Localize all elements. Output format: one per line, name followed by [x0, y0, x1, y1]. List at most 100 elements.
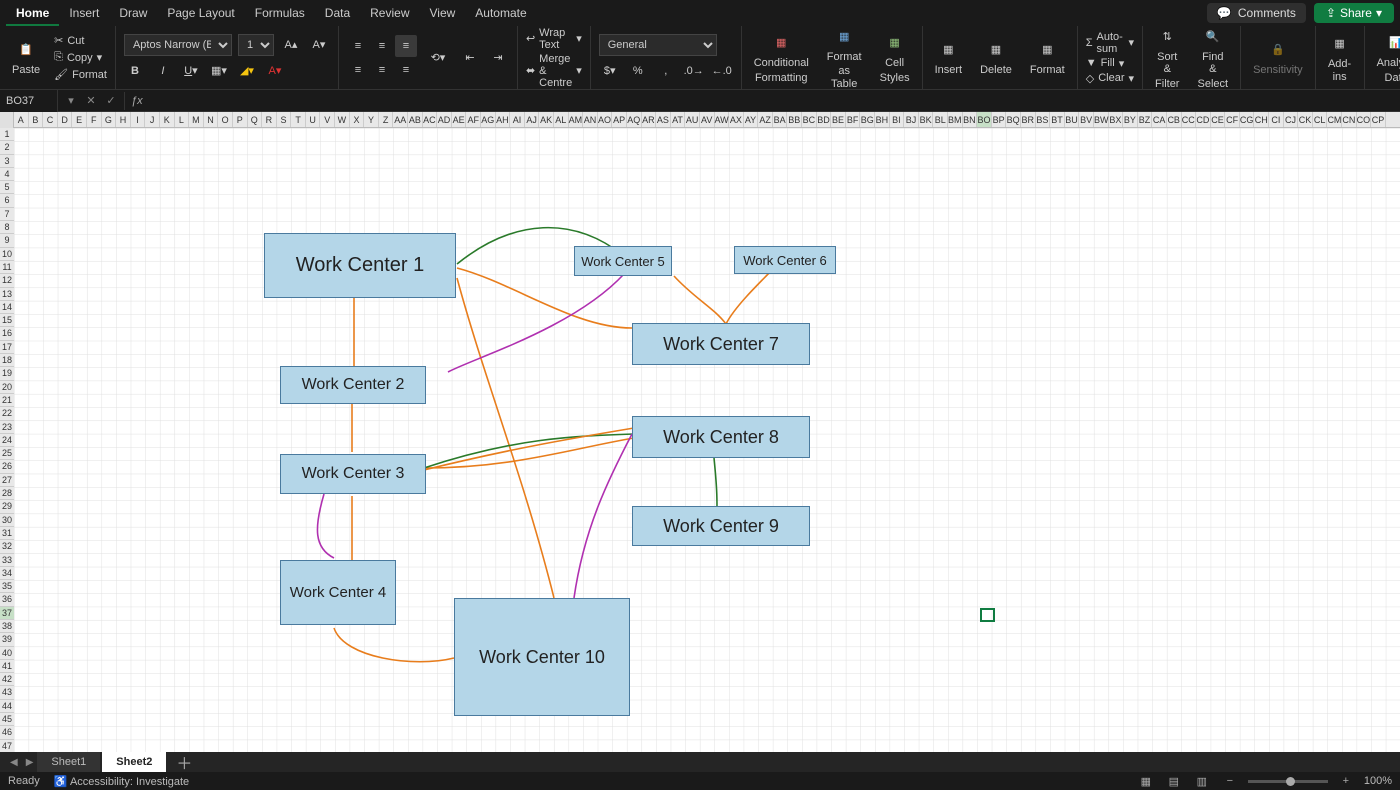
- column-header[interactable]: AE: [452, 112, 467, 127]
- column-header[interactable]: BX: [1109, 112, 1124, 127]
- row-header[interactable]: 28: [0, 487, 14, 500]
- row-header[interactable]: 32: [0, 540, 14, 553]
- column-header[interactable]: AV: [700, 112, 715, 127]
- cancel-formula-button[interactable]: ✕: [82, 92, 100, 110]
- row-header[interactable]: 15: [0, 314, 14, 327]
- row-header[interactable]: 19: [0, 367, 14, 380]
- align-center-button[interactable]: ≡: [371, 59, 393, 81]
- column-header[interactable]: CD: [1196, 112, 1211, 127]
- sensitivity-button[interactable]: 🔒Sensitivity: [1249, 38, 1307, 76]
- column-header[interactable]: C: [43, 112, 58, 127]
- row-header[interactable]: 33: [0, 554, 14, 567]
- row-header[interactable]: 12: [0, 274, 14, 287]
- shape-work-center-6[interactable]: Work Center 6: [734, 246, 836, 274]
- name-box[interactable]: BO37: [0, 90, 58, 112]
- column-header[interactable]: BJ: [904, 112, 919, 127]
- row-header[interactable]: 45: [0, 713, 14, 726]
- column-header[interactable]: BS: [1036, 112, 1051, 127]
- row-header[interactable]: 35: [0, 580, 14, 593]
- column-header[interactable]: BQ: [1006, 112, 1021, 127]
- column-header[interactable]: BT: [1050, 112, 1065, 127]
- decrease-decimal-button[interactable]: ←.0: [711, 60, 733, 82]
- row-headers[interactable]: 1234567891011121314151617181920212223242…: [0, 128, 14, 768]
- column-header[interactable]: N: [204, 112, 219, 127]
- shape-work-center-2[interactable]: Work Center 2: [280, 366, 426, 404]
- column-header[interactable]: A: [14, 112, 29, 127]
- row-header[interactable]: 21: [0, 394, 14, 407]
- tab-automate[interactable]: Automate: [465, 0, 536, 26]
- row-header[interactable]: 24: [0, 434, 14, 447]
- column-header[interactable]: AJ: [525, 112, 540, 127]
- align-right-button[interactable]: ≡: [395, 59, 417, 81]
- column-header[interactable]: AC: [423, 112, 438, 127]
- column-headers[interactable]: ABCDEFGHIJKLMNOPQRSTUVWXYZAAABACADAEAFAG…: [0, 112, 1400, 128]
- column-header[interactable]: BF: [846, 112, 861, 127]
- tab-draw[interactable]: Draw: [109, 0, 157, 26]
- italic-button[interactable]: I: [152, 60, 174, 82]
- format-painter-button[interactable]: 🖌Format: [54, 67, 107, 82]
- add-sheet-button[interactable]: ＋: [168, 750, 200, 774]
- row-header[interactable]: 7: [0, 208, 14, 221]
- accessibility-status[interactable]: ♿ Accessibility: Investigate: [54, 775, 189, 788]
- row-header[interactable]: 30: [0, 514, 14, 527]
- column-header[interactable]: X: [350, 112, 365, 127]
- zoom-out-button[interactable]: −: [1220, 774, 1240, 788]
- zoom-slider[interactable]: [1248, 780, 1328, 783]
- view-page-layout-button[interactable]: ▤: [1164, 774, 1184, 788]
- increase-indent-button[interactable]: ⇥: [487, 47, 509, 69]
- row-header[interactable]: 47: [0, 740, 14, 753]
- column-header[interactable]: L: [175, 112, 190, 127]
- column-header[interactable]: E: [72, 112, 87, 127]
- column-header[interactable]: BV: [1079, 112, 1094, 127]
- column-header[interactable]: F: [87, 112, 102, 127]
- column-header[interactable]: AH: [496, 112, 511, 127]
- column-header[interactable]: P: [233, 112, 248, 127]
- column-header[interactable]: Z: [379, 112, 394, 127]
- format-as-table-button[interactable]: ▦Formatas Table: [823, 25, 866, 89]
- insert-cells-button[interactable]: ▦Insert: [931, 38, 967, 76]
- increase-font-button[interactable]: A▴: [280, 34, 302, 56]
- view-normal-button[interactable]: ▦: [1136, 774, 1156, 788]
- column-header[interactable]: AO: [598, 112, 613, 127]
- select-all-corner[interactable]: [0, 112, 14, 128]
- column-header[interactable]: AW: [715, 112, 730, 127]
- border-button[interactable]: ▦▾: [208, 60, 230, 82]
- sheet-tab-sheet1[interactable]: Sheet1: [37, 752, 100, 772]
- currency-button[interactable]: $▾: [599, 60, 621, 82]
- paste-button[interactable]: 📋 Paste: [8, 38, 44, 76]
- shape-work-center-10[interactable]: Work Center 10: [454, 598, 630, 716]
- conditional-formatting-button[interactable]: ▦ConditionalFormatting: [750, 31, 813, 83]
- fill-color-button[interactable]: ◢▾: [236, 60, 258, 82]
- column-header[interactable]: AG: [481, 112, 496, 127]
- tab-view[interactable]: View: [420, 0, 466, 26]
- column-header[interactable]: AX: [729, 112, 744, 127]
- row-header[interactable]: 39: [0, 633, 14, 646]
- column-header[interactable]: CC: [1182, 112, 1197, 127]
- row-header[interactable]: 27: [0, 474, 14, 487]
- share-button[interactable]: ⇪ Share ▾: [1314, 3, 1394, 23]
- align-bottom-button[interactable]: ≡: [395, 35, 417, 57]
- column-header[interactable]: AY: [744, 112, 759, 127]
- column-header[interactable]: BK: [919, 112, 934, 127]
- column-header[interactable]: AL: [554, 112, 569, 127]
- number-format-select[interactable]: General: [599, 34, 717, 56]
- row-header[interactable]: 26: [0, 460, 14, 473]
- row-header[interactable]: 29: [0, 500, 14, 513]
- delete-cells-button[interactable]: ▦Delete: [976, 38, 1016, 76]
- column-header[interactable]: AZ: [758, 112, 773, 127]
- row-header[interactable]: 8: [0, 221, 14, 234]
- column-header[interactable]: CG: [1240, 112, 1255, 127]
- shape-work-center-4[interactable]: Work Center 4: [280, 560, 396, 625]
- column-header[interactable]: CJ: [1284, 112, 1299, 127]
- column-header[interactable]: BO: [977, 112, 992, 127]
- percent-button[interactable]: %: [627, 60, 649, 82]
- row-header[interactable]: 25: [0, 447, 14, 460]
- tab-home[interactable]: Home: [6, 0, 59, 26]
- column-header[interactable]: AS: [656, 112, 671, 127]
- column-header[interactable]: H: [116, 112, 131, 127]
- column-header[interactable]: CP: [1371, 112, 1386, 127]
- column-header[interactable]: BY: [1123, 112, 1138, 127]
- comments-button[interactable]: 💬 Comments: [1207, 3, 1306, 23]
- font-name-select[interactable]: Aptos Narrow (Bod…: [124, 34, 232, 56]
- selected-cell[interactable]: [980, 608, 995, 622]
